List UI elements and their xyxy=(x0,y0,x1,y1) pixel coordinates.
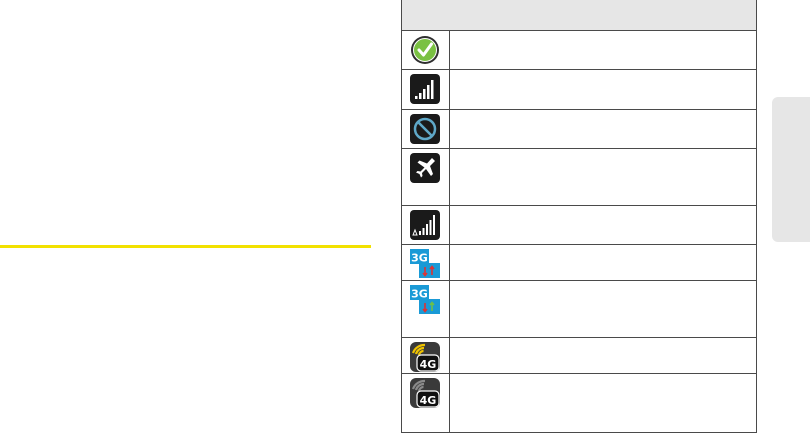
table-row: 3G xyxy=(402,245,756,281)
3g-connected-icon: 3G xyxy=(410,249,440,278)
svg-text:3G: 3G xyxy=(411,288,428,301)
icon-cell xyxy=(402,70,450,109)
table-row: 4G xyxy=(402,374,756,433)
side-section-tab xyxy=(772,97,810,242)
description-cell xyxy=(450,149,756,205)
table-row xyxy=(402,206,756,245)
icon-cell: 3G xyxy=(402,245,450,280)
icon-cell: 4G xyxy=(402,374,450,433)
svg-text:4G: 4G xyxy=(420,358,437,371)
icon-cell xyxy=(402,110,450,148)
table-row xyxy=(402,31,756,70)
icon-cell xyxy=(402,149,450,205)
airplane-mode-icon xyxy=(410,153,440,183)
description-cell xyxy=(450,70,756,109)
status-icon-table: 3G 3G 4G 4G xyxy=(401,0,757,433)
4g-connected-icon: 4G xyxy=(410,342,440,372)
description-cell xyxy=(450,245,756,280)
icon-cell: 3G xyxy=(402,281,450,337)
description-cell xyxy=(450,206,756,244)
table-header xyxy=(402,0,756,31)
no-signal-icon xyxy=(410,114,440,144)
4g-inactive-icon: 4G xyxy=(410,378,440,408)
description-cell xyxy=(450,338,756,373)
description-cell xyxy=(450,374,756,433)
table-row: 3G xyxy=(402,281,756,338)
table-row xyxy=(402,149,756,206)
description-cell xyxy=(450,281,756,337)
yellow-section-rule xyxy=(0,245,371,248)
svg-text:4G: 4G xyxy=(420,394,437,407)
table-row: 4G xyxy=(402,338,756,374)
table-row xyxy=(402,70,756,110)
table-row xyxy=(402,110,756,149)
description-cell xyxy=(450,31,756,69)
icon-cell xyxy=(402,31,450,69)
3g-active-icon: 3G xyxy=(410,285,440,314)
svg-text:3G: 3G xyxy=(411,252,428,265)
check-circle-icon xyxy=(411,36,439,64)
description-cell xyxy=(450,110,756,148)
icon-cell xyxy=(402,206,450,244)
roaming-signal-icon xyxy=(410,210,440,240)
icon-cell: 4G xyxy=(402,338,450,373)
signal-strength-icon xyxy=(410,74,440,104)
